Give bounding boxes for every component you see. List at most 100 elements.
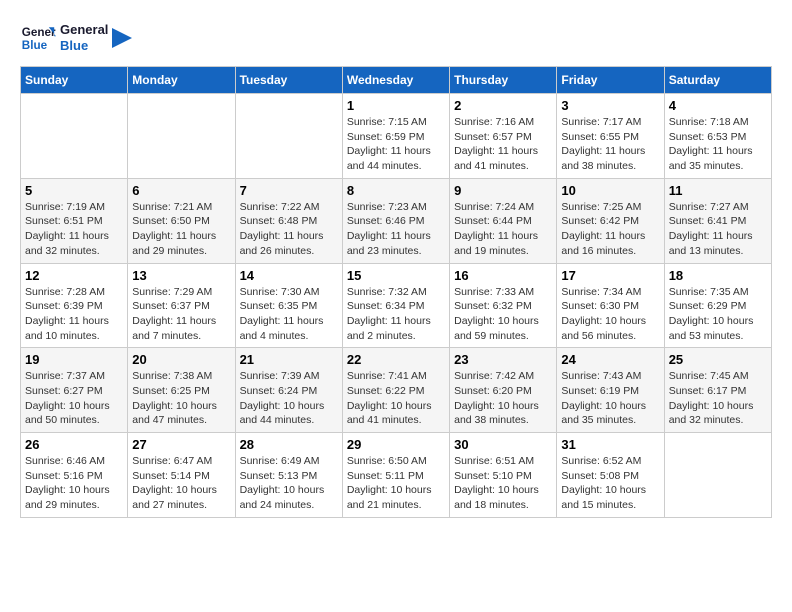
day-cell: 29 Sunrise: 6:50 AMSunset: 5:11 PMDayligh… (342, 433, 449, 518)
day-info: Sunrise: 7:28 AMSunset: 6:39 PMDaylight:… (25, 285, 123, 344)
day-info: Sunrise: 7:39 AMSunset: 6:24 PMDaylight:… (240, 369, 338, 428)
logo-icon: General Blue (20, 20, 56, 56)
day-cell: 11Sunrise: 7:27 AMSunset: 6:41 PMDayligh… (664, 178, 771, 263)
page-header: General Blue General Blue (20, 20, 772, 56)
day-cell: 1 Sunrise: 7:15 AMSunset: 6:59 PMDaylight… (342, 94, 449, 179)
weekday-header-saturday: Saturday (664, 67, 771, 94)
day-cell: 31 Sunrise: 6:52 AMSunset: 5:08 PMDayligh… (557, 433, 664, 518)
day-info: Sunrise: 7:38 AMSunset: 6:25 PMDaylight:… (132, 369, 230, 428)
day-number: 23 (454, 352, 552, 367)
day-info: Sunrise: 7:23 AMSunset: 6:46 PMDaylight:… (347, 200, 445, 259)
day-number: 18 (669, 268, 767, 283)
day-number: 10 (561, 183, 659, 198)
week-row-4: 19 Sunrise: 7:37 AMSunset: 6:27 PMDayligh… (21, 348, 772, 433)
day-number: 30 (454, 437, 552, 452)
day-cell: 9 Sunrise: 7:24 AMSunset: 6:44 PMDaylight… (450, 178, 557, 263)
day-info: Sunrise: 7:45 AMSunset: 6:17 PMDaylight:… (669, 369, 767, 428)
day-info: Sunrise: 7:18 AMSunset: 6:53 PMDaylight:… (669, 115, 767, 174)
day-cell (235, 94, 342, 179)
day-info: Sunrise: 6:50 AMSunset: 5:11 PMDaylight:… (347, 454, 445, 513)
logo: General Blue General Blue (20, 20, 132, 56)
day-info: Sunrise: 7:29 AMSunset: 6:37 PMDaylight:… (132, 285, 230, 344)
day-number: 2 (454, 98, 552, 113)
day-number: 5 (25, 183, 123, 198)
day-info: Sunrise: 7:19 AMSunset: 6:51 PMDaylight:… (25, 200, 123, 259)
day-info: Sunrise: 7:42 AMSunset: 6:20 PMDaylight:… (454, 369, 552, 428)
day-cell: 30 Sunrise: 6:51 AMSunset: 5:10 PMDayligh… (450, 433, 557, 518)
logo-blue-text: Blue (60, 38, 108, 54)
day-info: Sunrise: 6:49 AMSunset: 5:13 PMDaylight:… (240, 454, 338, 513)
day-cell: 3Sunrise: 7:17 AMSunset: 6:55 PMDaylight… (557, 94, 664, 179)
day-info: Sunrise: 7:30 AMSunset: 6:35 PMDaylight:… (240, 285, 338, 344)
day-info: Sunrise: 7:16 AMSunset: 6:57 PMDaylight:… (454, 115, 552, 174)
day-info: Sunrise: 7:21 AMSunset: 6:50 PMDaylight:… (132, 200, 230, 259)
day-info: Sunrise: 7:17 AMSunset: 6:55 PMDaylight:… (561, 115, 659, 174)
day-number: 14 (240, 268, 338, 283)
day-cell: 22 Sunrise: 7:41 AMSunset: 6:22 PMDayligh… (342, 348, 449, 433)
day-cell: 2 Sunrise: 7:16 AMSunset: 6:57 PMDaylight… (450, 94, 557, 179)
weekday-header-sunday: Sunday (21, 67, 128, 94)
day-cell: 18Sunrise: 7:35 AMSunset: 6:29 PMDayligh… (664, 263, 771, 348)
day-info: Sunrise: 7:41 AMSunset: 6:22 PMDaylight:… (347, 369, 445, 428)
day-cell: 28Sunrise: 6:49 AMSunset: 5:13 PMDayligh… (235, 433, 342, 518)
week-row-5: 26 Sunrise: 6:46 AMSunset: 5:16 PMDayligh… (21, 433, 772, 518)
day-number: 19 (25, 352, 123, 367)
day-number: 22 (347, 352, 445, 367)
day-info: Sunrise: 7:24 AMSunset: 6:44 PMDaylight:… (454, 200, 552, 259)
weekday-header-row: SundayMondayTuesdayWednesdayThursdayFrid… (21, 67, 772, 94)
day-number: 1 (347, 98, 445, 113)
day-cell: 14 Sunrise: 7:30 AMSunset: 6:35 PMDayligh… (235, 263, 342, 348)
day-cell: 20Sunrise: 7:38 AMSunset: 6:25 PMDayligh… (128, 348, 235, 433)
day-cell: 6 Sunrise: 7:21 AMSunset: 6:50 PMDaylight… (128, 178, 235, 263)
day-cell: 27 Sunrise: 6:47 AMSunset: 5:14 PMDayligh… (128, 433, 235, 518)
day-number: 13 (132, 268, 230, 283)
day-cell: 24Sunrise: 7:43 AMSunset: 6:19 PMDayligh… (557, 348, 664, 433)
logo-general-text: General (60, 22, 108, 38)
day-cell: 7 Sunrise: 7:22 AMSunset: 6:48 PMDaylight… (235, 178, 342, 263)
day-cell: 17 Sunrise: 7:34 AMSunset: 6:30 PMDayligh… (557, 263, 664, 348)
day-number: 27 (132, 437, 230, 452)
day-cell: 26 Sunrise: 6:46 AMSunset: 5:16 PMDayligh… (21, 433, 128, 518)
day-number: 29 (347, 437, 445, 452)
day-info: Sunrise: 7:15 AMSunset: 6:59 PMDaylight:… (347, 115, 445, 174)
day-info: Sunrise: 6:46 AMSunset: 5:16 PMDaylight:… (25, 454, 123, 513)
day-number: 9 (454, 183, 552, 198)
week-row-2: 5 Sunrise: 7:19 AMSunset: 6:51 PMDaylight… (21, 178, 772, 263)
day-number: 17 (561, 268, 659, 283)
day-number: 31 (561, 437, 659, 452)
day-info: Sunrise: 6:52 AMSunset: 5:08 PMDaylight:… (561, 454, 659, 513)
day-number: 11 (669, 183, 767, 198)
day-number: 26 (25, 437, 123, 452)
day-cell: 4Sunrise: 7:18 AMSunset: 6:53 PMDaylight… (664, 94, 771, 179)
day-info: Sunrise: 7:34 AMSunset: 6:30 PMDaylight:… (561, 285, 659, 344)
weekday-header-friday: Friday (557, 67, 664, 94)
day-cell: 12 Sunrise: 7:28 AMSunset: 6:39 PMDayligh… (21, 263, 128, 348)
day-cell: 16Sunrise: 7:33 AMSunset: 6:32 PMDayligh… (450, 263, 557, 348)
day-number: 25 (669, 352, 767, 367)
logo-arrow-icon (112, 28, 132, 48)
day-info: Sunrise: 7:25 AMSunset: 6:42 PMDaylight:… (561, 200, 659, 259)
day-cell: 5 Sunrise: 7:19 AMSunset: 6:51 PMDaylight… (21, 178, 128, 263)
day-info: Sunrise: 6:47 AMSunset: 5:14 PMDaylight:… (132, 454, 230, 513)
day-cell (21, 94, 128, 179)
day-number: 12 (25, 268, 123, 283)
day-info: Sunrise: 6:51 AMSunset: 5:10 PMDaylight:… (454, 454, 552, 513)
day-info: Sunrise: 7:32 AMSunset: 6:34 PMDaylight:… (347, 285, 445, 344)
week-row-1: 1 Sunrise: 7:15 AMSunset: 6:59 PMDaylight… (21, 94, 772, 179)
day-cell (128, 94, 235, 179)
day-info: Sunrise: 7:33 AMSunset: 6:32 PMDaylight:… (454, 285, 552, 344)
day-number: 8 (347, 183, 445, 198)
weekday-header-thursday: Thursday (450, 67, 557, 94)
day-number: 7 (240, 183, 338, 198)
day-number: 15 (347, 268, 445, 283)
day-info: Sunrise: 7:37 AMSunset: 6:27 PMDaylight:… (25, 369, 123, 428)
day-number: 6 (132, 183, 230, 198)
day-cell: 8 Sunrise: 7:23 AMSunset: 6:46 PMDaylight… (342, 178, 449, 263)
day-number: 24 (561, 352, 659, 367)
day-cell: 19 Sunrise: 7:37 AMSunset: 6:27 PMDayligh… (21, 348, 128, 433)
day-cell: 15 Sunrise: 7:32 AMSunset: 6:34 PMDayligh… (342, 263, 449, 348)
day-number: 21 (240, 352, 338, 367)
day-cell: 23 Sunrise: 7:42 AMSunset: 6:20 PMDayligh… (450, 348, 557, 433)
week-row-3: 12 Sunrise: 7:28 AMSunset: 6:39 PMDayligh… (21, 263, 772, 348)
day-info: Sunrise: 7:22 AMSunset: 6:48 PMDaylight:… (240, 200, 338, 259)
